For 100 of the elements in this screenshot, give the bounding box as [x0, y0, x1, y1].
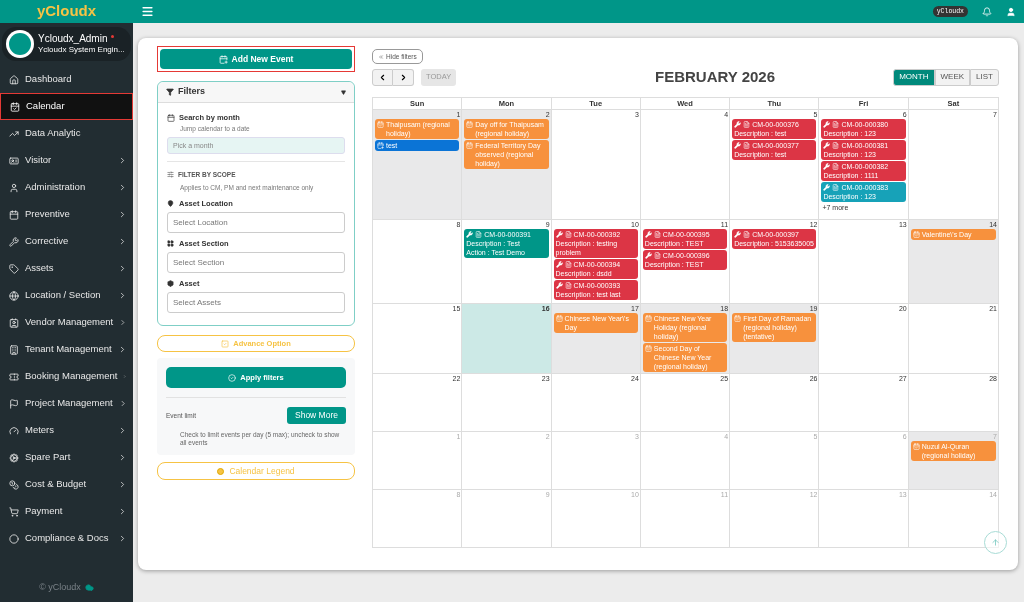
sidebar-item[interactable]: Cost & Budget — [0, 471, 133, 498]
chevron-icon — [119, 318, 127, 327]
user-icon — [9, 182, 19, 193]
user-name: Ycloudx_Admin — [38, 33, 108, 45]
sidebar-item[interactable]: Tenant Management — [0, 336, 133, 363]
document-icon — [832, 142, 840, 149]
gauge-icon — [9, 425, 19, 436]
coins-icon — [9, 479, 19, 490]
calendar-check-icon — [555, 315, 563, 322]
cloud-icon — [84, 582, 94, 592]
grid-icon — [167, 239, 174, 247]
wrench-icon — [9, 236, 19, 247]
select-field[interactable]: Select Assets — [167, 292, 345, 314]
sidebar-item[interactable]: Meters — [0, 417, 133, 444]
chevron-icon — [118, 183, 127, 192]
view-tab[interactable]: MONTH — [893, 68, 935, 86]
sidebar-item[interactable]: Calendar — [0, 93, 133, 120]
sidebar-item[interactable]: Corrective — [0, 228, 133, 255]
document-icon — [564, 261, 572, 268]
user-icon[interactable] — [1006, 6, 1016, 17]
calendar-check-icon — [466, 142, 474, 149]
ticket-icon — [9, 371, 19, 382]
brand-logo: yCloudx — [36, 1, 97, 22]
calendar-plus-icon — [218, 54, 228, 64]
filters-header[interactable]: Filters — [158, 82, 354, 103]
caret-icon — [341, 89, 346, 95]
double-chevron-icon — [378, 53, 384, 60]
show-more-button[interactable]: Show More — [287, 407, 346, 425]
wrench-icon — [734, 142, 742, 149]
chevron-icon — [118, 426, 127, 435]
document-icon — [653, 252, 661, 259]
view-tab[interactable]: WEEK — [934, 68, 971, 86]
footer-text: © yCloudx — [39, 580, 81, 594]
calendar-plus-icon — [377, 142, 384, 149]
wrench-icon — [823, 184, 831, 191]
select-field[interactable]: Select Section — [167, 252, 345, 273]
sidebar-item[interactable]: Assets — [0, 255, 133, 282]
chevron-icon — [118, 291, 127, 300]
chevron-icon — [118, 264, 127, 273]
chevron-left-icon — [378, 72, 387, 82]
calendar-check-icon — [644, 345, 652, 352]
chevron-icon — [118, 453, 127, 462]
pin-icon — [167, 199, 174, 207]
sidebar-item[interactable]: Payment — [0, 498, 133, 525]
menu-icon[interactable] — [141, 5, 154, 18]
globe-icon — [9, 290, 19, 301]
tag-icon — [9, 263, 19, 274]
chevron-icon — [118, 237, 127, 246]
flag-icon — [9, 398, 19, 409]
cog-icon — [9, 452, 19, 463]
select-field[interactable]: Select Location — [167, 211, 345, 233]
document-icon — [743, 142, 751, 149]
document-icon — [743, 121, 751, 128]
chevron-icon — [118, 507, 127, 516]
document-icon — [564, 282, 572, 289]
wrench-icon — [466, 231, 474, 238]
sidebar-item[interactable]: Dashboard — [0, 66, 133, 93]
chevron-icon — [118, 534, 127, 543]
next-button[interactable] — [393, 68, 414, 86]
sidebar-item[interactable]: Location / Section — [0, 282, 133, 309]
calendar-check-icon — [10, 101, 20, 112]
wrench-icon — [734, 231, 742, 238]
sidebar-item[interactable]: Booking Management — [0, 363, 133, 390]
sidebar-item[interactable]: Data Analytic — [0, 120, 133, 147]
wrench-icon — [555, 261, 563, 268]
sidebar-item[interactable]: Preventive — [0, 201, 133, 228]
chevron-icon — [118, 399, 127, 408]
wrench-icon — [644, 231, 652, 238]
wrench-icon — [823, 142, 831, 149]
wrench-icon — [823, 163, 831, 170]
house-icon — [9, 74, 19, 85]
cart-icon — [9, 506, 19, 517]
sidebar-item[interactable]: Vendor Management — [0, 309, 133, 336]
wrench-icon — [555, 231, 563, 238]
calendar-check-icon — [377, 121, 384, 128]
dot-icon — [9, 533, 19, 544]
trend-line-icon — [9, 128, 19, 139]
bell-icon[interactable] — [982, 6, 992, 17]
add-event-button[interactable]: Add New Event — [160, 49, 352, 69]
sidebar-item[interactable]: Administration — [0, 174, 133, 201]
calendar-check-icon — [644, 315, 652, 322]
calendar-icon — [9, 209, 19, 220]
sidebar-item[interactable]: Spare Part — [0, 444, 133, 471]
filter-icon — [166, 88, 174, 96]
sidebar-item[interactable]: Project Management — [0, 390, 133, 417]
avatar-icon — [6, 30, 34, 58]
sidebar-item[interactable]: Visitor — [0, 147, 133, 174]
document-icon — [475, 231, 483, 238]
prev-button[interactable] — [372, 68, 393, 86]
calendar-check-icon — [466, 121, 474, 128]
month-title: FEBRUARY 2026 — [655, 66, 776, 87]
sidebar-item[interactable]: Compliance & Docs — [0, 525, 133, 552]
document-icon — [564, 231, 572, 238]
id-card-icon — [9, 155, 19, 166]
view-tab[interactable]: LIST — [970, 68, 999, 86]
arrow-up-icon — [991, 538, 1000, 547]
document-icon — [832, 163, 840, 170]
sliders-icon — [167, 171, 174, 179]
wrench-icon — [555, 282, 563, 289]
chevron-icon — [118, 156, 127, 165]
